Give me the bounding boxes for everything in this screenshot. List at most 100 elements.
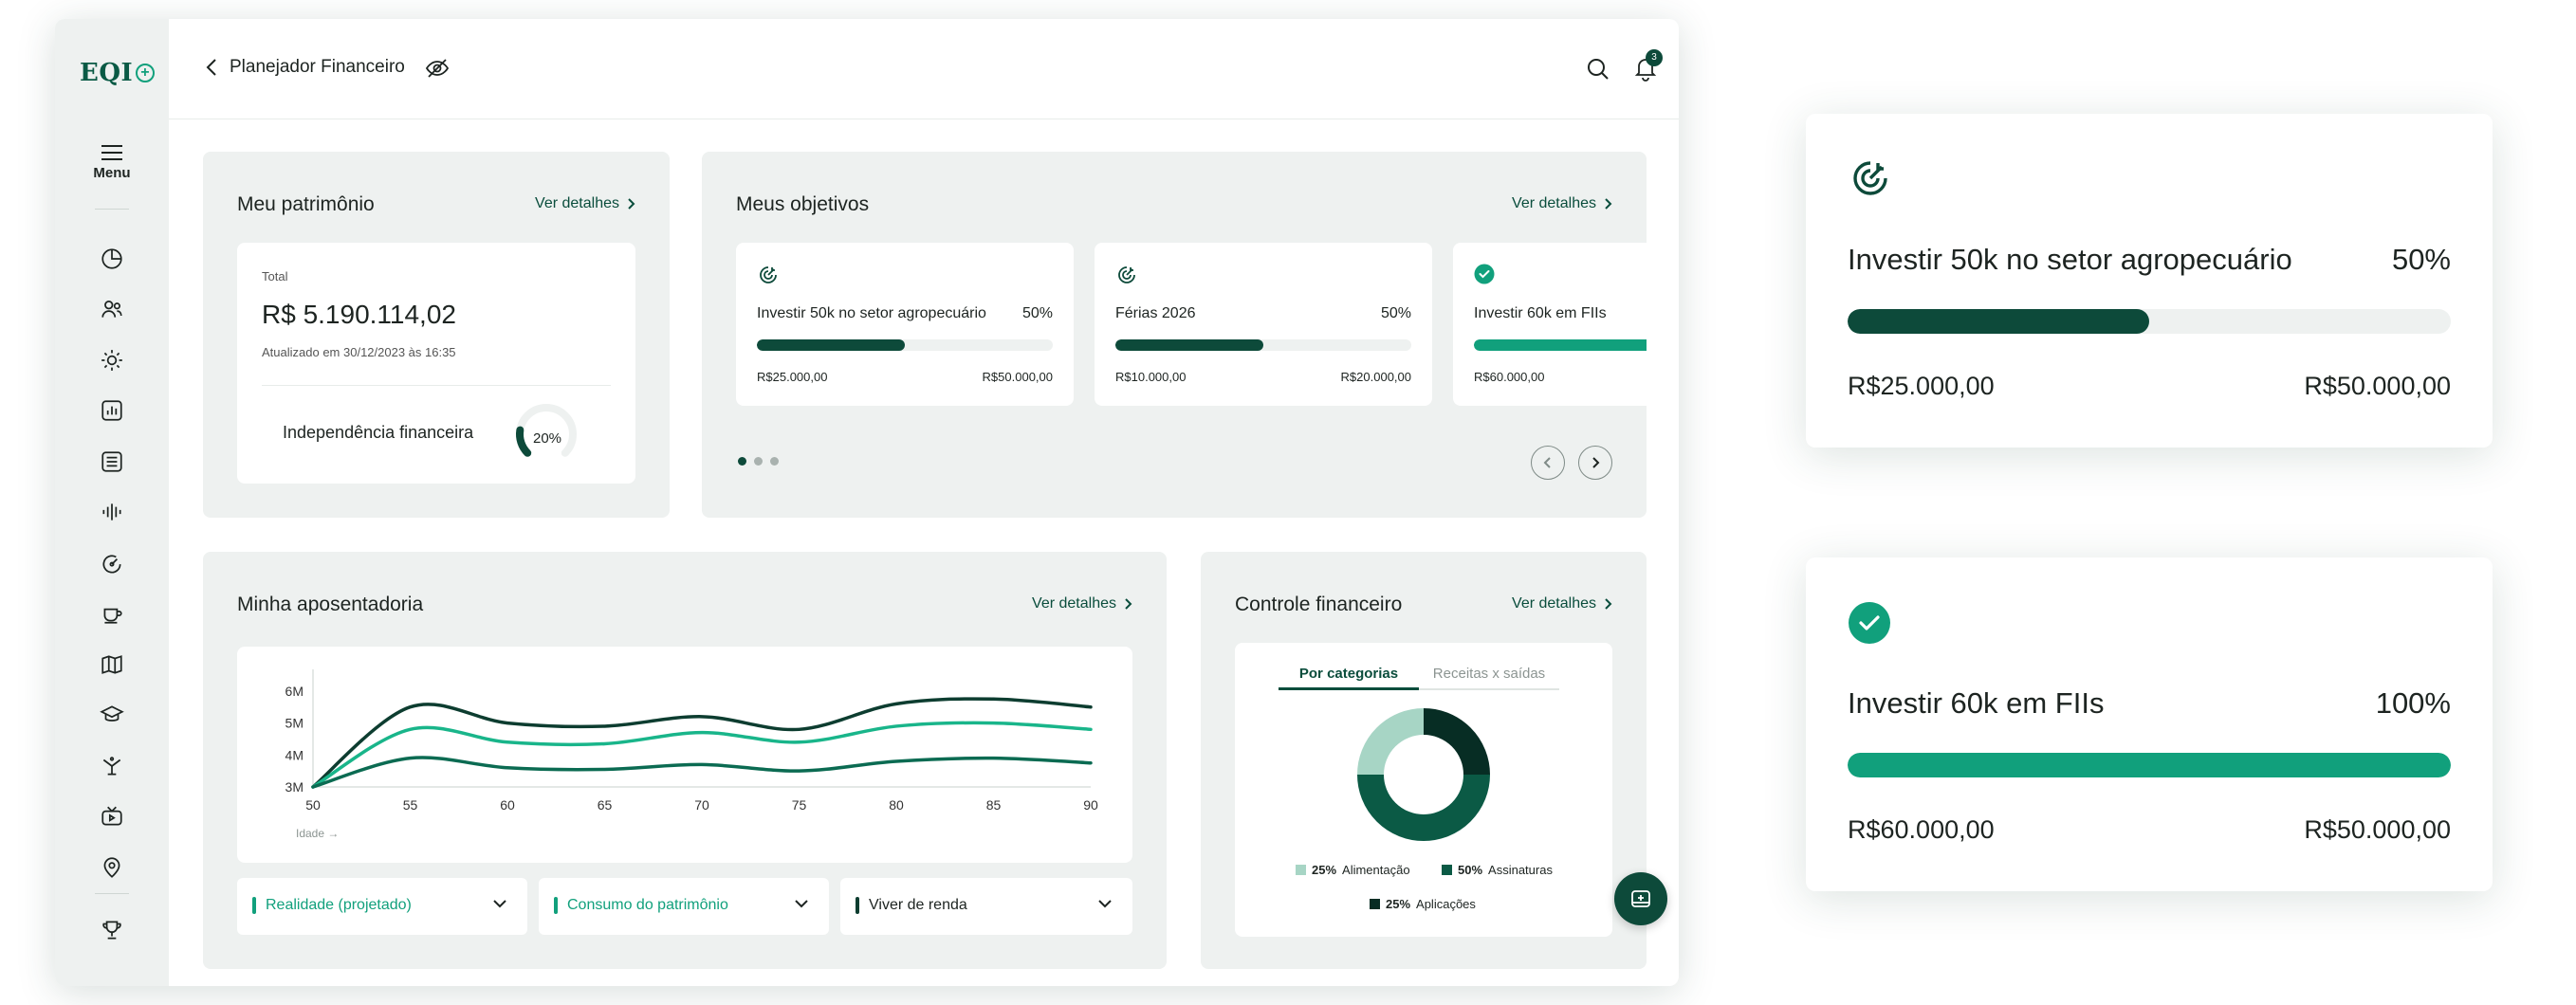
sidebar-divider (95, 209, 129, 210)
aposentadoria-card: Minha aposentadoria Ver detalhes 3M 4M 5M 6… (203, 552, 1167, 969)
hamburger-icon (101, 145, 122, 160)
carousel-dot[interactable] (754, 457, 763, 466)
sidebar-item-mortar[interactable] (55, 740, 169, 792)
legend-item-aplicacoes: 25% Aplicações (1370, 897, 1476, 911)
legend-swatch (1442, 865, 1452, 875)
tab-por-categorias[interactable]: Por categorias (1279, 662, 1419, 690)
objective-card[interactable]: Férias 2026 50% R$10.000,00 R$20.000,00 (1095, 243, 1432, 406)
search-icon (1588, 59, 1609, 80)
legend-pct: 25% (1312, 863, 1337, 877)
sidebar-item-trophy[interactable] (55, 918, 169, 942)
select-label: Realidade (projetado) (266, 897, 412, 913)
sound-wave-icon (102, 503, 121, 521)
donut-slice-aplicações (1423, 708, 1490, 776)
goal-percent: 50% (2391, 243, 2451, 276)
carousel-prev-button[interactable] (1531, 446, 1565, 480)
legend-label: Assinaturas (1488, 863, 1553, 877)
controle-details-link[interactable]: Ver detalhes (1512, 595, 1612, 612)
x-tick-label: 70 (694, 797, 709, 813)
sidebar-item-bar-chart[interactable] (55, 386, 169, 437)
back-button[interactable]: Planejador Financeiro (205, 57, 405, 78)
goal-detail-card-fiis[interactable]: Investir 60k em FIIs 100% R$60.000,00 R$… (1806, 557, 2493, 891)
patrimonio-details-link[interactable]: Ver detalhes (535, 195, 635, 212)
objetivos-title: Meus objetivos (736, 193, 870, 215)
legend-item-assinaturas: 50% Assinaturas (1442, 863, 1553, 877)
total-label: Total (262, 269, 288, 283)
x-tick-label: 90 (1083, 797, 1098, 813)
sidebar-nav (55, 233, 169, 893)
objective-icon (1115, 264, 1138, 291)
y-tick-label: 5M (285, 716, 304, 731)
tab-receitas-saidas[interactable]: Receitas x saídas (1419, 662, 1559, 688)
patrimonio-card: Meu patrimônio Ver detalhes Total R$ 5.1… (203, 152, 670, 518)
sidebar-item-speed[interactable] (55, 538, 169, 589)
logo-plus-icon: + (136, 64, 156, 82)
goal-progress-fill (1848, 753, 2451, 777)
chevron-right-icon (1125, 598, 1132, 610)
logo[interactable]: EQI + (80, 59, 156, 87)
legend-label: Alimentação (1342, 863, 1410, 877)
goal-percent: 100% (2375, 686, 2451, 720)
goal-progress-bar (1848, 753, 2451, 777)
objective-percent: 50% (1021, 305, 1053, 321)
objective-card[interactable]: Investir 60k em FIIs R$60.000,00 (1453, 243, 1647, 406)
sidebar-item-graduation[interactable] (55, 690, 169, 741)
objective-card[interactable]: Investir 50k no setor agropecuário 50% R$2… (736, 243, 1074, 406)
objective-progress-fill (1474, 339, 1647, 351)
series-line-0 (311, 697, 1093, 789)
series-color-mark (252, 897, 256, 914)
sidebar-item-users[interactable] (55, 284, 169, 336)
aposentadoria-details-link[interactable]: Ver detalhes (1032, 595, 1132, 612)
donut-slice-alimentação (1357, 708, 1425, 776)
add-transaction-button[interactable] (1614, 872, 1667, 925)
sidebar-item-sun[interactable] (55, 335, 169, 386)
sidebar-item-sound-wave[interactable] (55, 487, 169, 539)
objective-progress-fill (1115, 339, 1263, 351)
controle-title: Controle financeiro (1235, 594, 1403, 615)
scenario-select-consumo[interactable]: Consumo do patrimônio (539, 878, 829, 935)
hide-values-button[interactable] (425, 57, 450, 84)
carousel-next-button[interactable] (1578, 446, 1612, 480)
x-tick-label: 55 (403, 797, 418, 813)
trophy-icon (102, 921, 121, 940)
menu-button[interactable]: Menu (83, 140, 140, 181)
sidebar-item-list[interactable] (55, 436, 169, 487)
search-button[interactable] (1586, 57, 1610, 86)
legend-swatch (1370, 899, 1380, 909)
users-icon (101, 301, 122, 318)
check-circle-icon (1474, 264, 1495, 284)
check-circle-icon (1849, 602, 1890, 644)
goal-detail-card-agro[interactable]: Investir 50k no setor agropecuário 50% R… (1806, 114, 2493, 448)
objective-current-value: R$10.000,00 (1115, 370, 1187, 384)
target-icon (760, 266, 777, 283)
objective-name: Férias 2026 (1115, 305, 1196, 321)
sidebar: EQI + Menu (55, 19, 169, 986)
carousel-dot[interactable] (738, 457, 746, 466)
sidebar-item-tv[interactable] (55, 792, 169, 843)
eye-off-icon (425, 59, 450, 78)
notifications-button[interactable]: 3 (1633, 49, 1663, 86)
objetivos-card: Meus objetivos Ver detalhes Investir 50k… (702, 152, 1647, 518)
add-entry-icon (1631, 890, 1650, 907)
menu-label: Menu (93, 165, 131, 181)
scenario-select-realidade[interactable]: Realidade (projetado) (237, 878, 527, 935)
objetivos-details-link[interactable]: Ver detalhes (1512, 195, 1612, 212)
chevron-down-icon (795, 900, 808, 908)
carousel-dot[interactable] (770, 457, 779, 466)
sidebar-item-location[interactable] (55, 842, 169, 893)
goal-current-value: R$25.000,00 (1848, 372, 1995, 400)
x-tick-label: 50 (305, 797, 321, 813)
y-tick-label: 6M (285, 684, 304, 699)
chevron-right-icon (628, 198, 635, 210)
x-tick-label: 80 (889, 797, 904, 813)
sidebar-item-coffee[interactable] (55, 589, 169, 640)
objective-percent: 50% (1380, 305, 1411, 321)
sidebar-item-map[interactable] (55, 639, 169, 690)
chevron-down-icon (1098, 900, 1112, 908)
objective-progress-bar (1474, 339, 1647, 351)
objective-current-value: R$25.000,00 (757, 370, 828, 384)
sidebar-item-pie-chart[interactable] (55, 233, 169, 284)
speed-icon (102, 555, 121, 574)
legend-swatch (1296, 865, 1306, 875)
scenario-select-renda[interactable]: Viver de renda (840, 878, 1132, 935)
